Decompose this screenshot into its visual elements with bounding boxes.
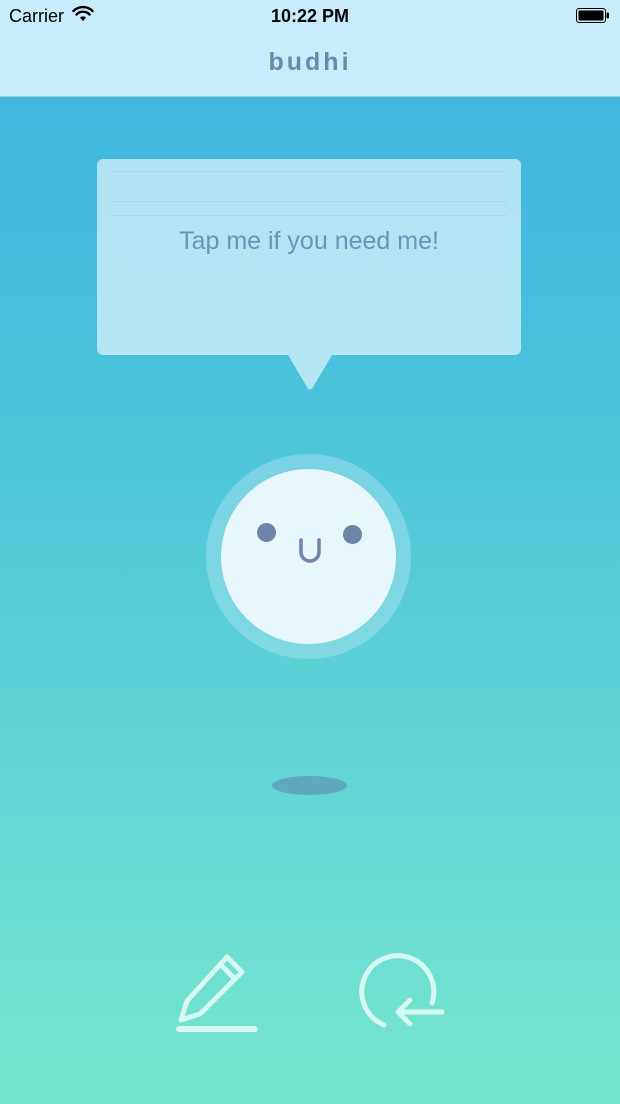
battery-icon	[576, 8, 609, 23]
pencil-icon[interactable]	[170, 948, 264, 1040]
app-title: budhi	[268, 48, 352, 76]
status-bar: Carrier 10:22 PM	[0, 0, 620, 34]
clock: 10:22 PM	[270, 6, 350, 26]
right-eye	[343, 525, 362, 544]
rotate-back-icon[interactable]	[354, 952, 450, 1036]
companion-face[interactable]	[221, 469, 396, 644]
companion-shadow	[272, 776, 347, 795]
bubble-divider	[111, 171, 507, 172]
bubble-text: Tap me if you need me!	[179, 227, 439, 255]
bubble-tail	[288, 355, 332, 390]
smile-mouth	[299, 538, 321, 563]
nav-bar: budhi	[0, 34, 620, 97]
left-eye	[257, 523, 276, 542]
bubble-divider	[111, 201, 507, 202]
bubble-divider	[111, 215, 507, 216]
speech-bubble[interactable]: Tap me if you need me!	[97, 159, 521, 355]
